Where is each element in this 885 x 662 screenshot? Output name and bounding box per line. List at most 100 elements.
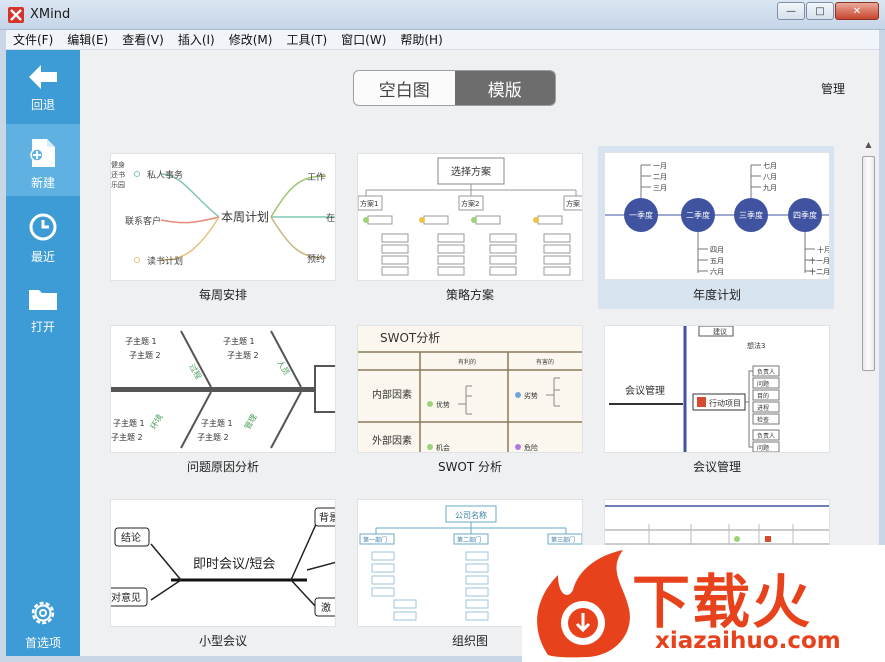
annual-month: 三月 <box>653 184 667 192</box>
meeting-item: 负责人 <box>757 368 775 376</box>
menu-edit[interactable]: 编辑(E) <box>60 31 115 48</box>
small-center: 即时会议/短会 <box>193 557 275 572</box>
menu-modify[interactable]: 修改(M) <box>222 31 280 48</box>
manage-link[interactable]: 管理 <box>821 80 845 97</box>
meeting-branch: 行动项目 <box>709 398 741 408</box>
template-card-swot[interactable]: SWOT分析 有利的 有害的 内部因素 外部因素 优势 劣势 机会 危险 SWO… <box>357 325 593 485</box>
template-card-fishbone[interactable]: 子主题 1 子主题 2 子主题 1 子主题 2 子主题 1 子主题 2 子主题 … <box>110 325 346 485</box>
template-name: 小型会议 <box>198 634 247 648</box>
template-name: 策略方案 <box>445 288 494 302</box>
menu-window[interactable]: 窗口(W) <box>334 31 393 48</box>
template-name: 每周安排 <box>198 288 247 302</box>
template-card-meeting[interactable]: 会议管理 行动项目 建议 想法3 负责人 问题 目的 进程 检查 负责人 问题 … <box>604 325 840 485</box>
sidebar-recent-label: 最近 <box>30 250 55 264</box>
menu-bar: 文件(F) 编辑(E) 查看(V) 插入(I) 修改(M) 工具(T) 窗口(W… <box>6 30 879 50</box>
swot-opportunity: 机会 <box>436 443 450 452</box>
annual-month: 五月 <box>710 257 724 265</box>
annual-month: 九月 <box>763 183 777 192</box>
sidebar-back-button[interactable]: 回退 <box>6 50 80 122</box>
fishbone-sub: 子主题 2 <box>227 350 259 360</box>
meeting-item: 进程 <box>757 404 769 412</box>
meeting-center: 会议管理 <box>625 384 665 397</box>
fishbone-sub: 子主题 1 <box>223 336 255 346</box>
new-document-icon <box>30 139 55 167</box>
swot-header: 有害的 <box>536 358 554 366</box>
flame-logo-icon <box>537 550 630 658</box>
weekly-node: 读书计划 <box>147 255 183 267</box>
swot-strength: 优势 <box>436 400 450 409</box>
meeting-item: 目的 <box>757 392 769 400</box>
sidebar-new-button[interactable]: 新建 <box>6 124 80 196</box>
template-name: SWOT 分析 <box>437 460 503 474</box>
meeting-item: 负责人 <box>757 432 775 440</box>
annual-month: 八月 <box>763 173 777 181</box>
menu-file[interactable]: 文件(F) <box>6 31 60 48</box>
meeting-item: 问题 <box>757 380 769 388</box>
fishbone-sub: 子主题 1 <box>201 418 233 428</box>
annual-month: 十二月 <box>809 267 830 276</box>
sidebar-back-label: 回退 <box>30 98 55 112</box>
view-toggle: 空白图 模版 <box>353 70 556 106</box>
blank-map-tab[interactable]: 空白图 <box>354 71 455 105</box>
sidebar: 回退 新建 最近 打开 首选项 <box>6 50 80 656</box>
watermark-url: xiazaihuo.com <box>655 628 841 654</box>
weekly-node: 联系客户 <box>125 215 161 227</box>
annual-quarter: 四季度 <box>793 210 817 220</box>
org-department: 第一部门 <box>363 536 387 544</box>
close-button[interactable]: ✕ <box>835 2 879 20</box>
strategy-title: 选择方案 <box>451 165 491 178</box>
org-department: 第三部门 <box>551 536 575 544</box>
template-name: 问题原因分析 <box>186 460 259 474</box>
menu-tools[interactable]: 工具(T) <box>279 31 334 48</box>
template-thumbnail: 本周计划 私人事务 联系客户 读书计划 工作 在 预约 健身 还书 乐园 <box>110 153 336 281</box>
scrollbar-thumb[interactable] <box>862 156 875 371</box>
weekly-node: 私人事务 <box>147 169 183 181</box>
template-thumbnail: 即时会议/短会 结论 对意见 背景 激 <box>110 499 336 627</box>
scroll-up-icon[interactable]: ▲ <box>860 140 877 156</box>
annual-quarter: 一季度 <box>629 210 653 220</box>
maximize-icon: □ <box>815 5 825 17</box>
fishbone-sub: 子主题 2 <box>197 432 229 442</box>
watermark-brand: 下载火 <box>632 568 813 636</box>
weekly-center: 本周计划 <box>221 210 269 224</box>
annual-month: 七月 <box>763 161 777 170</box>
meeting-topic: 想法3 <box>747 341 765 350</box>
weekly-leaf: 健身 <box>111 160 125 169</box>
sidebar-open-button[interactable]: 打开 <box>6 272 80 344</box>
template-card-weekly[interactable]: 本周计划 私人事务 联系客户 读书计划 工作 在 预约 健身 还书 乐园 每周安… <box>110 153 346 313</box>
fishbone-cause: 过程 <box>187 362 204 381</box>
sidebar-recent-button[interactable]: 最近 <box>6 198 80 270</box>
minimize-icon: — <box>786 5 796 17</box>
template-tab[interactable]: 模版 <box>454 71 555 105</box>
sidebar-new-label: 新建 <box>30 176 55 190</box>
template-card-annual[interactable]: 一季度 二季度 三季度 四季度 一月 二月 三月 四月 五月 六月 七月 八月 … <box>598 146 834 309</box>
fishbone-sub: 子主题 1 <box>125 336 157 346</box>
weekly-node: 在 <box>326 212 335 224</box>
template-card-strategy[interactable]: 选择方案 方案1 方案2 方案 策略方案 <box>357 153 593 313</box>
sidebar-preferences-label: 首选项 <box>24 636 61 650</box>
annual-month: 六月 <box>710 267 724 276</box>
weekly-node: 预约 <box>307 253 325 265</box>
template-card-small-meeting[interactable]: 即时会议/短会 结论 对意见 背景 激 小型会议 <box>110 499 346 656</box>
template-thumbnail: SWOT分析 有利的 有害的 内部因素 外部因素 优势 劣势 机会 危险 <box>357 325 583 453</box>
sidebar-preferences-button[interactable]: 首选项 <box>6 584 80 656</box>
menu-help[interactable]: 帮助(H) <box>393 31 449 48</box>
fishbone-sub: 子主题 1 <box>113 418 145 428</box>
clock-icon <box>29 213 57 241</box>
maximize-button[interactable]: □ <box>806 2 834 20</box>
org-department: 第二部门 <box>457 536 481 544</box>
small-node: 背景 <box>319 511 336 524</box>
menu-insert[interactable]: 插入(I) <box>171 31 222 48</box>
minimize-button[interactable]: — <box>777 2 805 20</box>
fishbone-cause: 环境 <box>148 412 165 431</box>
small-node: 对意见 <box>111 591 141 604</box>
swot-header: 有利的 <box>458 358 476 366</box>
menu-view[interactable]: 查看(V) <box>115 31 171 48</box>
title-bar: XMind — □ ✕ <box>0 0 885 30</box>
sidebar-open-label: 打开 <box>30 320 55 334</box>
window-title: XMind <box>30 7 71 22</box>
org-title: 公司名称 <box>455 510 487 520</box>
weekly-node: 工作 <box>307 171 325 183</box>
strategy-plan: 方案1 <box>360 199 378 208</box>
fishbone-cause: 管理 <box>242 412 259 431</box>
